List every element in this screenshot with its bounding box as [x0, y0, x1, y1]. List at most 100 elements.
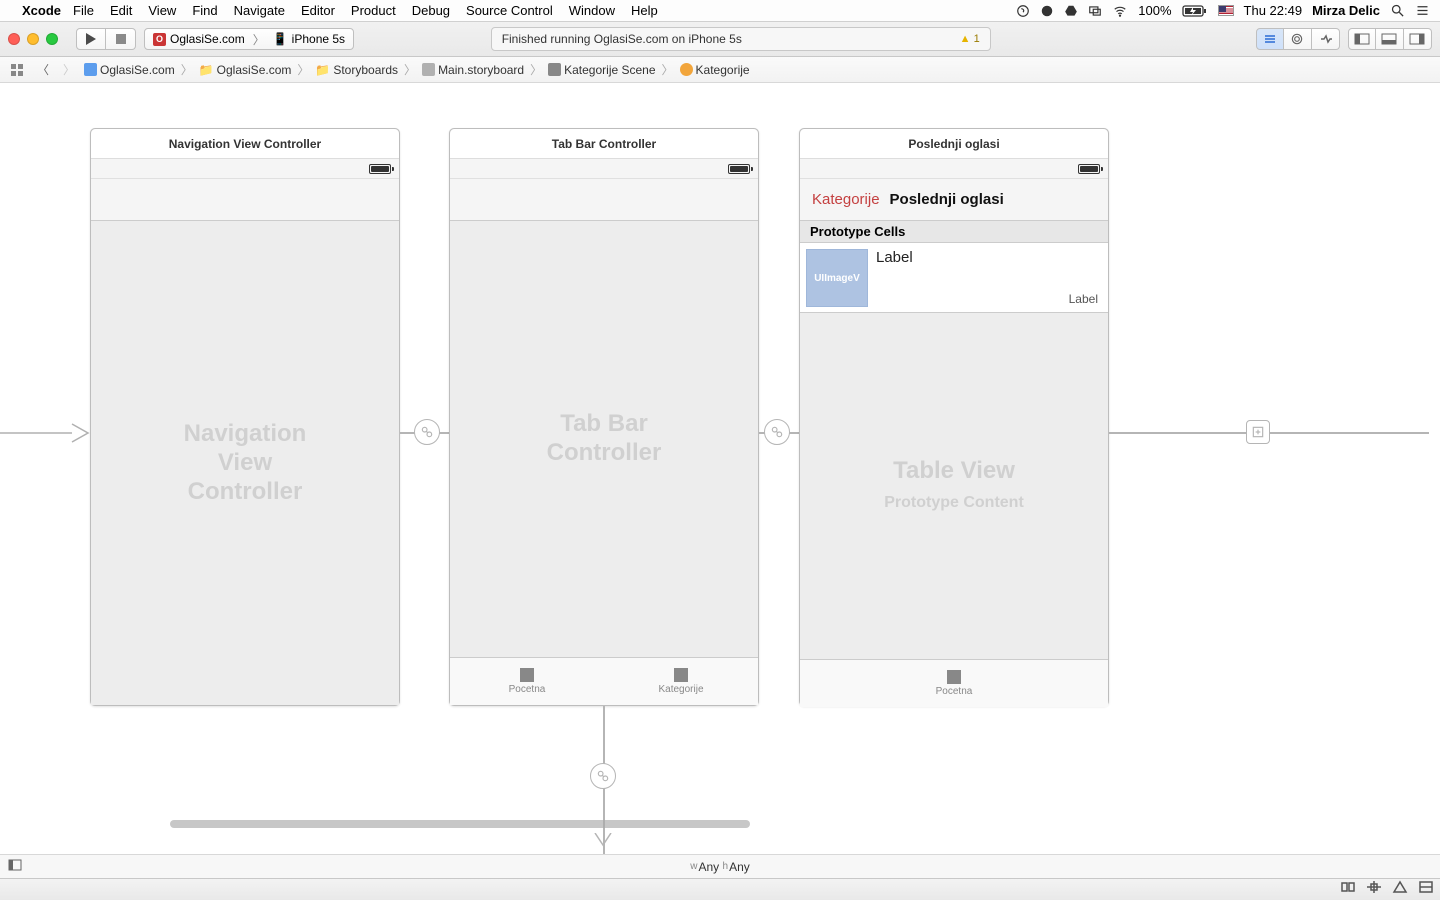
- notification-center-icon[interactable]: [1415, 3, 1430, 18]
- macos-menubar: Xcode File Edit View Find Navigate Edito…: [0, 0, 1440, 22]
- crumb-file[interactable]: Main.storyboard: [438, 63, 524, 77]
- statusbar: [450, 159, 758, 179]
- tab-icon: [520, 668, 534, 682]
- menu-product[interactable]: Product: [351, 3, 396, 18]
- uiimageview-placeholder[interactable]: UIImageV: [806, 249, 868, 307]
- scrollbar-horizontal[interactable]: [170, 820, 750, 828]
- tab-label: Pocetna: [509, 684, 546, 695]
- resolve-issues-button[interactable]: [1392, 880, 1408, 899]
- viber-icon[interactable]: [1016, 4, 1030, 18]
- back-button-label[interactable]: Kategorije: [812, 191, 880, 208]
- menu-help[interactable]: Help: [631, 3, 658, 18]
- menu-source-control[interactable]: Source Control: [466, 3, 553, 18]
- project-file-icon: [84, 63, 97, 76]
- standard-editor-button[interactable]: [1256, 28, 1284, 50]
- app-menu[interactable]: Xcode: [22, 3, 61, 18]
- close-window-button[interactable]: [8, 33, 20, 45]
- scene-title: Tab Bar Controller: [450, 129, 758, 159]
- cell-detail-label[interactable]: Label: [1069, 292, 1098, 306]
- scene-title: Poslednji oglasi: [800, 129, 1108, 159]
- displays-icon[interactable]: [1088, 4, 1102, 18]
- menu-view[interactable]: View: [148, 3, 176, 18]
- scene-body: Tab Bar Controller: [450, 221, 758, 657]
- wifi-icon[interactable]: [1112, 4, 1128, 18]
- segue-indicator-icon[interactable]: [590, 763, 616, 789]
- zoom-window-button[interactable]: [46, 33, 58, 45]
- tab-item-pocetna[interactable]: Pocetna: [800, 660, 1108, 707]
- storyboard-icon: [422, 63, 435, 76]
- crumb-object[interactable]: Kategorije: [696, 63, 750, 77]
- prototype-cell[interactable]: UIImageV Label Label: [800, 243, 1108, 313]
- document-outline-toggle-icon[interactable]: [8, 859, 22, 874]
- forward-button[interactable]: 〉: [58, 61, 80, 79]
- battery-icon[interactable]: [1182, 4, 1208, 18]
- prototype-cells-header: Prototype Cells: [800, 221, 1108, 243]
- folder-icon: 📁: [199, 63, 214, 77]
- version-editor-button[interactable]: [1312, 28, 1340, 50]
- run-button[interactable]: [76, 28, 106, 50]
- battery-icon: [1078, 164, 1100, 174]
- menu-navigate[interactable]: Navigate: [234, 3, 285, 18]
- assistant-editor-button[interactable]: [1284, 28, 1312, 50]
- spotlight-icon[interactable]: [1390, 3, 1405, 18]
- folder-icon: 📁: [315, 63, 330, 77]
- size-class-control[interactable]: wAny hAny: [0, 854, 1440, 878]
- keyboard-flag-icon[interactable]: [1218, 5, 1234, 16]
- tab-icon: [674, 668, 688, 682]
- statusbar: [91, 159, 399, 179]
- segue-push-icon[interactable]: [1246, 420, 1270, 444]
- menu-find[interactable]: Find: [192, 3, 217, 18]
- watermark-text: Tab Bar Controller: [527, 410, 681, 468]
- stop-button[interactable]: [106, 28, 136, 50]
- battery-text[interactable]: 100%: [1138, 3, 1171, 18]
- activity-view[interactable]: Finished running OglasiSe.com on iPhone …: [491, 27, 991, 51]
- tab-item-kategorije[interactable]: Kategorije: [604, 658, 758, 705]
- nav-controller-scene[interactable]: Navigation View Controller Navigation Vi…: [90, 128, 400, 706]
- align-button[interactable]: [1340, 880, 1356, 899]
- battery-icon: [728, 164, 750, 174]
- breadcrumb: OglasiSe.com〉 📁 OglasiSe.com〉 📁 Storyboa…: [84, 61, 750, 78]
- scheme-selector[interactable]: O OglasiSe.com 〉 📱 iPhone 5s: [144, 28, 354, 50]
- crumb-project[interactable]: OglasiSe.com: [100, 63, 175, 77]
- tableview-scene[interactable]: Poslednji oglasi Kategorije Poslednji og…: [799, 128, 1109, 706]
- scheme-project-label: OglasiSe.com: [170, 32, 245, 46]
- clock-text[interactable]: Thu 22:49: [1244, 3, 1303, 18]
- storyboard-canvas[interactable]: Navigation View Controller Navigation Vi…: [0, 83, 1440, 878]
- user-menu[interactable]: Mirza Delic: [1312, 3, 1380, 18]
- tableview-body: Table ViewPrototype Content: [800, 313, 1108, 659]
- object-icon: [680, 63, 693, 76]
- toggle-utilities-button[interactable]: [1404, 28, 1432, 50]
- menu-window[interactable]: Window: [569, 3, 615, 18]
- tabbar-controller-scene[interactable]: Tab Bar Controller Tab Bar Controller Po…: [449, 128, 759, 706]
- tab-item-pocetna[interactable]: Pocetna: [450, 658, 604, 705]
- menu-debug[interactable]: Debug: [412, 3, 450, 18]
- tab-bar: Pocetna: [800, 659, 1108, 707]
- google-drive-icon[interactable]: [1064, 4, 1078, 18]
- menu-file[interactable]: File: [73, 3, 94, 18]
- menu-editor[interactable]: Editor: [301, 3, 335, 18]
- navigation-bar: Kategorije Poslednji oglasi: [800, 179, 1108, 221]
- resizing-button[interactable]: [1418, 880, 1434, 899]
- segue-indicator-icon[interactable]: [414, 419, 440, 445]
- window-traffic-lights: [8, 33, 58, 45]
- canvas-bottom-toolbar: [0, 878, 1440, 900]
- editor-mode-selector: [1256, 28, 1340, 50]
- crumb-scene[interactable]: Kategorije Scene: [564, 63, 655, 77]
- warning-count: 1: [974, 33, 980, 45]
- scene-title: Navigation View Controller: [91, 129, 399, 159]
- minimize-window-button[interactable]: [27, 33, 39, 45]
- warnings-indicator[interactable]: ▲1: [960, 33, 980, 45]
- battery-icon: [369, 164, 391, 174]
- cell-title-label[interactable]: Label: [876, 249, 913, 306]
- toggle-navigator-button[interactable]: [1348, 28, 1376, 50]
- do-not-disturb-icon[interactable]: [1040, 4, 1054, 18]
- pin-button[interactable]: [1366, 880, 1382, 899]
- crumb-folder[interactable]: Storyboards: [333, 63, 398, 77]
- segue-indicator-icon[interactable]: [764, 419, 790, 445]
- tab-label: Pocetna: [936, 686, 973, 697]
- related-items-button[interactable]: [6, 61, 28, 79]
- back-button[interactable]: 〈: [32, 61, 54, 79]
- toggle-debug-area-button[interactable]: [1376, 28, 1404, 50]
- crumb-group[interactable]: OglasiSe.com: [217, 63, 292, 77]
- menu-edit[interactable]: Edit: [110, 3, 132, 18]
